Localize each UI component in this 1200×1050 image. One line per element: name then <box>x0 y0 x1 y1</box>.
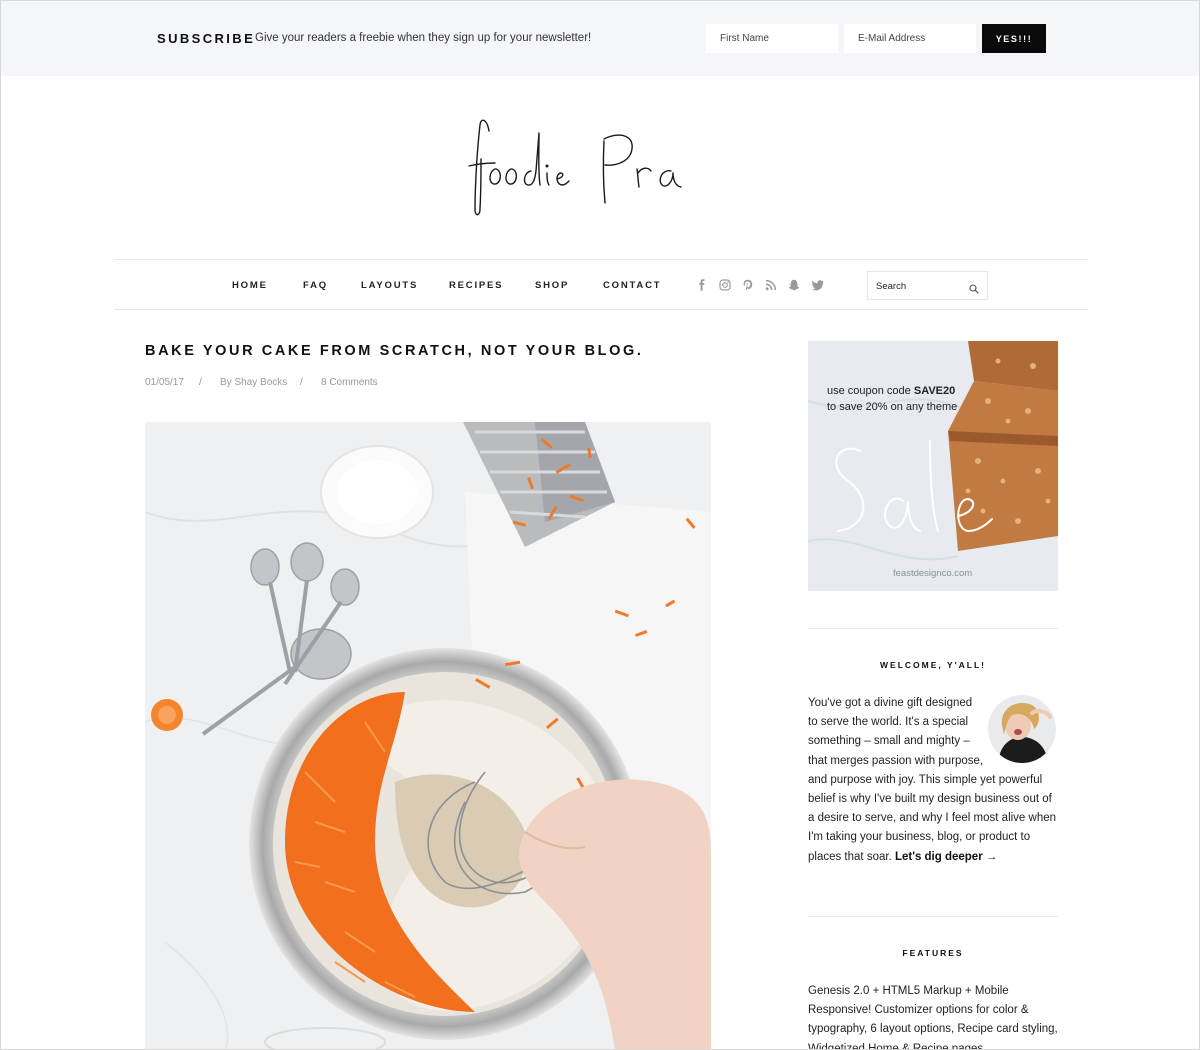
post-date: 01/05/17 <box>145 377 184 388</box>
post-title[interactable]: BAKE YOUR CAKE FROM SCRATCH, NOT YOUR BL… <box>145 343 643 359</box>
subscribe-title: SUBSCRIBE <box>157 31 256 46</box>
first-name-input[interactable] <box>706 24 838 53</box>
facebook-icon[interactable] <box>696 279 708 291</box>
meta-separator: / <box>199 377 202 388</box>
welcome-widget-title: WELCOME, Y'ALL! <box>880 660 986 670</box>
site-logo[interactable] <box>459 111 709 226</box>
coupon-line1: use coupon code SAVE20 <box>827 385 955 397</box>
subscribe-text: Give your readers a freebie when they si… <box>255 32 592 44</box>
avatar <box>988 695 1056 763</box>
nav-item-shop[interactable]: SHOP <box>535 280 569 291</box>
features-widget-title: FEATURES <box>902 948 964 958</box>
coupon-line2: to save 20% on any theme <box>827 401 958 413</box>
nav-item-layouts[interactable]: LAYOUTS <box>361 280 418 291</box>
twitter-icon[interactable] <box>812 279 824 291</box>
nav-item-faq[interactable]: FAQ <box>303 280 328 291</box>
features-widget-text: Genesis 2.0 + HTML5 Markup + Mobile Resp… <box>808 985 1058 1050</box>
instagram-icon[interactable] <box>719 279 731 291</box>
search-box <box>867 271 988 300</box>
snapchat-icon[interactable] <box>788 279 800 291</box>
coupon-line1-prefix: use coupon code <box>827 385 914 397</box>
post-featured-image[interactable] <box>145 422 711 1049</box>
post-author[interactable]: By Shay Bocks <box>220 377 287 388</box>
nav-item-home[interactable]: HOME <box>232 280 268 291</box>
subscribe-button[interactable]: YES!!! <box>982 24 1046 53</box>
sidebar-divider <box>808 916 1058 917</box>
page-frame: SUBSCRIBE Give your readers a freebie wh… <box>0 0 1200 1050</box>
sidebar-divider <box>808 628 1058 629</box>
subscribe-bar: SUBSCRIBE Give your readers a freebie wh… <box>1 1 1199 76</box>
lets-dig-deeper-link[interactable]: Let's dig deeper → <box>895 851 997 863</box>
rss-icon[interactable] <box>765 279 777 291</box>
ad-url: feastdesignco.com <box>893 568 973 579</box>
post-comments-link[interactable]: 8 Comments <box>321 377 378 388</box>
nav-bottom-divider <box>114 309 1088 310</box>
pinterest-icon[interactable] <box>742 279 754 291</box>
meta-separator: / <box>300 377 303 388</box>
coupon-code: SAVE20 <box>913 385 956 397</box>
email-input[interactable] <box>844 24 976 53</box>
nav-top-divider <box>114 259 1088 260</box>
search-icon[interactable] <box>969 281 979 294</box>
sale-ad[interactable]: use coupon code SAVE20 to save 20% on an… <box>808 341 1058 591</box>
nav-item-contact[interactable]: CONTACT <box>603 280 661 291</box>
search-input[interactable] <box>876 279 964 293</box>
nav-item-recipes[interactable]: RECIPES <box>449 280 503 291</box>
